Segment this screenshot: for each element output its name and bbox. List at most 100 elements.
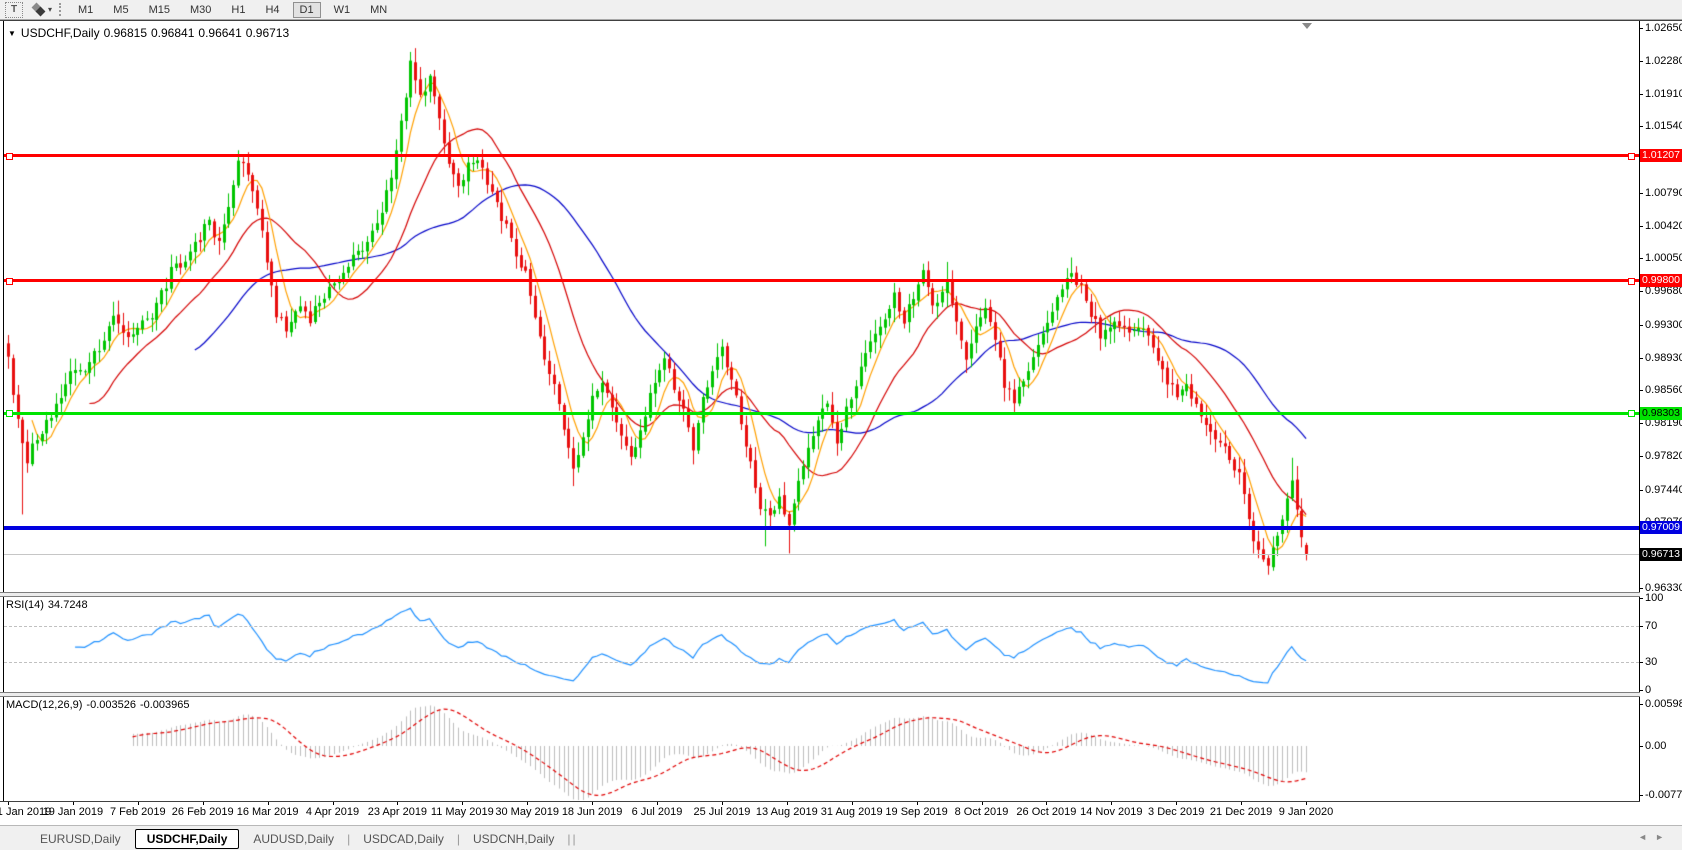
- price-tick-label: 1.00420: [1645, 220, 1682, 232]
- date-tick-mark: [917, 802, 918, 805]
- chevron-down-icon: ▾: [48, 5, 52, 14]
- price-tick-mark: [1639, 423, 1643, 424]
- price-tick-label: 0.97440: [1645, 484, 1682, 496]
- tab-scroll-right-icon[interactable]: ►: [1655, 832, 1672, 842]
- timeframe-button-m5[interactable]: M5: [106, 2, 135, 18]
- chart-tab-bar: EURUSD,DailyUSDCHF,DailyAUDUSD,Daily|USD…: [0, 825, 1682, 850]
- horizontal-level-line-0.998[interactable]: [4, 279, 1639, 282]
- rsi-tick-label: 30: [1645, 656, 1657, 668]
- objects-dropdown-button[interactable]: ▾: [33, 4, 52, 15]
- date-tick-label: 16 Mar 2019: [237, 806, 299, 818]
- level-line-handle[interactable]: [6, 153, 13, 160]
- rsi-name: RSI(14): [6, 599, 44, 611]
- tab-separator: |: [457, 832, 460, 846]
- timeframe-button-m1[interactable]: M1: [71, 2, 100, 18]
- tab-scroll-left-icon[interactable]: ◄: [1638, 832, 1655, 842]
- date-tick-label: 3 Dec 2019: [1148, 806, 1204, 818]
- timeframe-button-h4[interactable]: H4: [258, 2, 286, 18]
- chart-tab-usdchf[interactable]: USDCHF,Daily: [135, 829, 240, 849]
- price-tick-label: 0.97820: [1645, 450, 1682, 462]
- timeframe-button-m30[interactable]: M30: [183, 2, 218, 18]
- date-tick-label: 19 Sep 2019: [885, 806, 947, 818]
- date-axis[interactable]: 1 Jan 201919 Jan 20197 Feb 201926 Feb 20…: [0, 802, 1682, 825]
- date-tick-mark: [1176, 802, 1177, 805]
- timeframe-button-h1[interactable]: H1: [224, 2, 252, 18]
- date-tick-mark: [8, 802, 9, 805]
- date-tick-mark: [592, 802, 593, 805]
- bid-price-line: [4, 554, 1639, 555]
- rsi-value: 34.7248: [48, 599, 88, 611]
- macd-panel-separator[interactable]: [0, 692, 1640, 697]
- rsi-indicator-label: RSI(14) 34.7248: [6, 599, 92, 611]
- timeframe-button-m15[interactable]: M15: [142, 2, 177, 18]
- horizontal-level-line-1.01207[interactable]: [4, 154, 1639, 157]
- macd-name: MACD(12,26,9): [6, 699, 82, 711]
- horizontal-level-line-0.97009[interactable]: [4, 526, 1639, 530]
- date-tick-label: 31 Aug 2019: [821, 806, 883, 818]
- level-line-handle[interactable]: [6, 278, 13, 285]
- rsi-tick-label: 100: [1645, 592, 1663, 604]
- date-tick-mark: [657, 802, 658, 805]
- price-chart-canvas[interactable]: [0, 21, 1682, 850]
- chart-tab-usdcad[interactable]: USDCAD,Daily: [351, 829, 456, 849]
- date-tick-mark: [722, 802, 723, 805]
- level-line-handle[interactable]: [1628, 153, 1635, 160]
- macd-tick-mark: [1639, 746, 1643, 747]
- timeframe-button-w1[interactable]: W1: [327, 2, 358, 18]
- chart-window: ▼USDCHF,Daily0.968150.968410.966410.9671…: [0, 20, 1682, 850]
- level-line-handle[interactable]: [1628, 278, 1635, 285]
- symbol-period-label: USDCHF,Daily: [21, 26, 100, 40]
- price-tick-mark: [1639, 456, 1643, 457]
- macd-tick-label: 0.005986: [1645, 698, 1682, 710]
- chart-tab-eurusd[interactable]: EURUSD,Daily: [28, 829, 133, 849]
- price-tag-0-96713: 0.96713: [1640, 548, 1682, 561]
- macd-tick-label: -0.007737: [1645, 789, 1682, 801]
- timeframe-button-mn[interactable]: MN: [363, 2, 394, 18]
- toolbar-grip[interactable]: [59, 3, 66, 16]
- chart-shift-marker-icon[interactable]: [1302, 23, 1312, 29]
- date-tick-mark: [73, 802, 74, 805]
- price-tick-mark: [1639, 258, 1643, 259]
- date-tick-label: 6 Jul 2019: [632, 806, 683, 818]
- tab-scroll-arrows[interactable]: ◄►: [1638, 832, 1672, 842]
- price-tick-mark: [1639, 226, 1643, 227]
- price-tick-mark: [1639, 28, 1643, 29]
- price-tick-label: 0.99300: [1645, 319, 1682, 331]
- date-tick-mark: [397, 802, 398, 805]
- price-tick-mark: [1639, 94, 1643, 95]
- level-line-handle[interactable]: [1628, 410, 1635, 417]
- price-tick-label: 1.02650: [1645, 22, 1682, 34]
- date-tick-label: 23 Apr 2019: [368, 806, 427, 818]
- text-tool-button[interactable]: T: [5, 2, 23, 18]
- chart-tab-usdcnh[interactable]: USDCNH,Daily: [461, 829, 566, 849]
- chart-tab-audusd[interactable]: AUDUSD,Daily: [241, 829, 346, 849]
- price-tick-mark: [1639, 291, 1643, 292]
- tab-separator: |: [567, 832, 570, 846]
- timeframe-button-d1[interactable]: D1: [293, 2, 321, 18]
- date-tick-label: 8 Oct 2019: [955, 806, 1009, 818]
- date-tick-label: 25 Jul 2019: [693, 806, 750, 818]
- macd-tick-label: 0.00: [1645, 740, 1666, 752]
- price-tick-label: 1.02280: [1645, 55, 1682, 67]
- quote-close: 0.96713: [246, 26, 289, 40]
- date-tick-label: 30 May 2019: [495, 806, 559, 818]
- rsi-panel-separator[interactable]: [0, 592, 1640, 597]
- price-tick-mark: [1639, 588, 1643, 589]
- price-tick-mark: [1639, 490, 1643, 491]
- horizontal-level-line-0.98303[interactable]: [4, 412, 1639, 415]
- date-tick-mark: [203, 802, 204, 805]
- date-tick-label: 21 Dec 2019: [1210, 806, 1272, 818]
- date-tick-label: 7 Feb 2019: [110, 806, 166, 818]
- level-line-handle[interactable]: [6, 410, 13, 417]
- date-tick-mark: [527, 802, 528, 805]
- macd-main-value: -0.003526: [86, 699, 136, 711]
- chevron-down-icon: ▼: [8, 29, 16, 38]
- date-tick-label: 9 Jan 2020: [1279, 806, 1333, 818]
- price-tick-label: 1.01540: [1645, 120, 1682, 132]
- date-tick-label: 4 Apr 2019: [306, 806, 359, 818]
- price-tick-label: 0.98930: [1645, 352, 1682, 364]
- date-tick-mark: [462, 802, 463, 805]
- objects-icon-dark: [36, 7, 46, 17]
- rsi-tick-mark: [1639, 662, 1643, 663]
- price-tick-mark: [1639, 325, 1643, 326]
